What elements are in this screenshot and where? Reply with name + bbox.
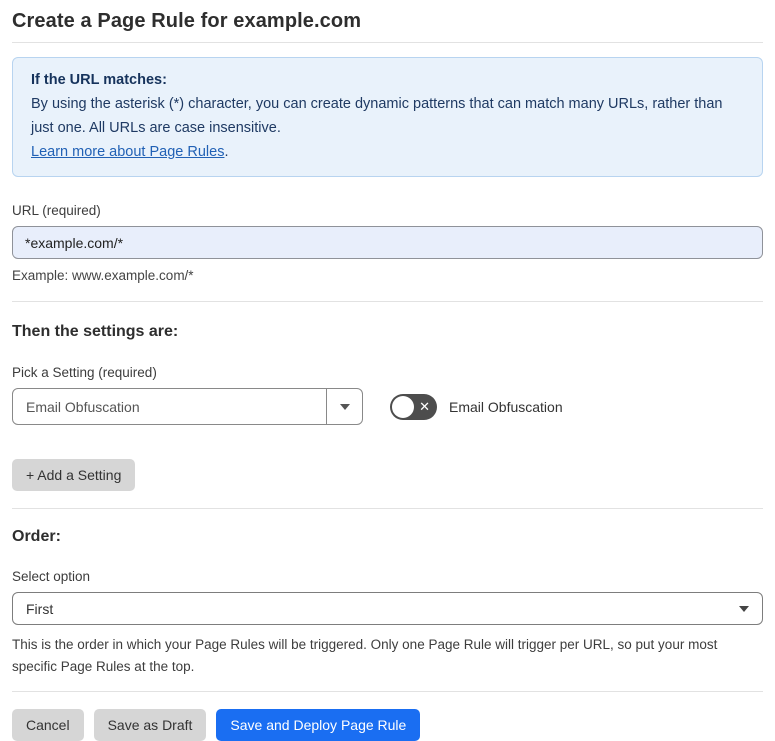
settings-section-heading: Then the settings are: [12,323,179,340]
section-divider [12,508,763,509]
save-and-deploy-button[interactable]: Save and Deploy Page Rule [216,709,421,741]
order-description: This is the order in which your Page Rul… [12,637,718,674]
toggle-off-x-icon: ✕ [419,399,430,414]
save-as-draft-button[interactable]: Save as Draft [93,709,207,741]
toggle-label: Email Obfuscation [449,398,563,415]
info-box-link-line: Learn more about Page Rules. [31,140,744,164]
info-box-body: By using the asterisk (*) character, you… [31,96,723,136]
cancel-button[interactable]: Cancel [12,709,84,741]
setting-select[interactable]: Email Obfuscation [12,388,363,425]
order-select-value: First [26,600,54,617]
toggle-knob [392,395,414,418]
url-field-label: URL (required) [12,203,101,218]
add-setting-button[interactable]: + Add a Setting [12,459,136,491]
order-section-heading: Order: [12,528,61,545]
url-input[interactable] [12,226,763,259]
page-rule-form: Create a Page Rule for example.com If th… [0,0,775,741]
email-obfuscation-toggle[interactable]: ✕ [390,393,437,420]
email-obfuscation-toggle-group: ✕ Email Obfuscation [390,393,563,420]
page-title: Create a Page Rule for example.com [12,10,362,32]
section-divider [12,301,763,302]
url-example-helper: Example: www.example.com/* [12,268,194,283]
footer-actions: Cancel Save as Draft Save and Deploy Pag… [12,709,763,741]
setting-row: Email Obfuscation ✕ Email Obfuscation [12,388,763,425]
pick-setting-label: Pick a Setting (required) [12,365,157,380]
learn-more-link[interactable]: Learn more about Page Rules [31,144,224,160]
info-box-heading: If the URL matches: [31,72,167,88]
caret-down-icon [739,605,749,612]
footer-divider [12,691,763,692]
order-select[interactable]: First [12,592,763,625]
caret-down-icon [339,403,350,410]
link-suffix: . [224,144,229,160]
order-select-label: Select option [12,569,91,584]
setting-select-arrow-button[interactable] [326,389,362,424]
setting-select-value: Email Obfuscation [26,398,140,415]
url-match-info-box: If the URL matches: By using the asteris… [12,57,763,177]
title-divider [12,42,763,43]
